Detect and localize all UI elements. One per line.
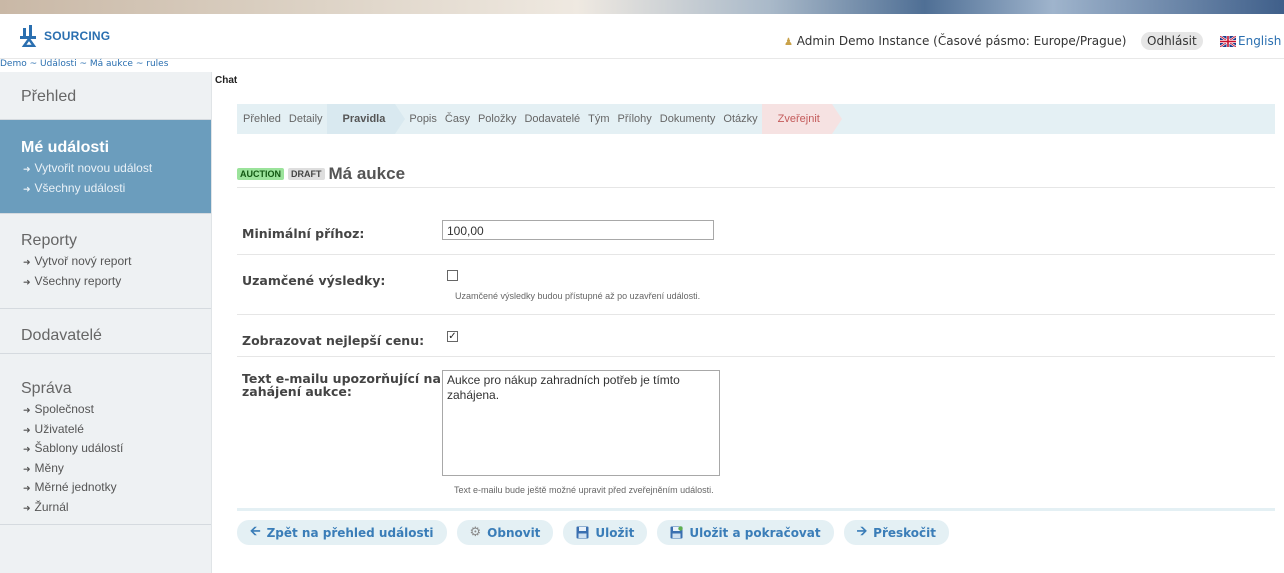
sidebar-item-reports[interactable]: Reporty [0, 214, 211, 252]
logo-text: SOURCING [44, 29, 111, 43]
event-status-badge: DRAFT [288, 167, 325, 180]
breadcrumb-auction[interactable]: Má aukce [90, 59, 133, 69]
form-row-min-bid: Minimální příhoz: [237, 209, 1275, 255]
email-text-hint: Text e-mailu bude ještě možné upravit př… [454, 485, 714, 495]
wizard-step-rules-label: Pravidla [342, 113, 386, 125]
wizard-step-documents[interactable]: Dokumenty [656, 104, 720, 134]
sidebar-link-users[interactable]: Uživatelé [0, 420, 211, 440]
save-continue-button-label: Uložit a pokračovat [689, 525, 821, 540]
logo[interactable]: SOURCING [20, 24, 110, 48]
wizard-step-details[interactable]: Detaily [285, 104, 327, 134]
save-continue-button[interactable]: Uložit a pokračovat [657, 520, 834, 545]
sidebar-section-admin: Správa Společnost Uživatelé Šablony udál… [0, 354, 211, 525]
save-button[interactable]: Uložit [563, 520, 648, 545]
user-info: ♟ Admin Demo Instance (Časové pásmo: Eur… [784, 34, 1126, 48]
locked-results-checkbox[interactable] [447, 270, 458, 281]
wizard-step-rules[interactable]: Pravidla [326, 104, 406, 134]
sidebar-item-overview[interactable]: Přehled [0, 72, 211, 106]
sidebar-link-new-event[interactable]: Vytvořit novou událost [0, 159, 211, 179]
locked-results-label: Uzamčené výsledky: [242, 273, 386, 288]
wizard-arrow [395, 104, 406, 134]
breadcrumb-demo[interactable]: Demo [0, 59, 27, 69]
divider [237, 508, 1275, 511]
wizard-step-publish[interactable]: Zveřejnit [761, 104, 842, 134]
sidebar-item-admin[interactable]: Správa [0, 354, 211, 400]
email-text-textarea[interactable]: Aukce pro nákup zahradních potřeb je tím… [442, 370, 720, 476]
form-row-email-text: Text e-mailu upozorňující na zahájení au… [237, 356, 1275, 496]
logout-button[interactable]: Odhlásit [1141, 32, 1203, 50]
refresh-button-label: Obnovit [487, 525, 541, 540]
back-button[interactable]: 🡨 Zpět na přehled události [237, 520, 447, 545]
save-continue-icon [670, 526, 684, 539]
sidebar-link-currencies[interactable]: Měny [0, 459, 211, 479]
save-button-label: Uložit [595, 525, 635, 540]
locked-results-hint: Uzamčené výsledky budou přístupné až po … [455, 291, 701, 301]
wizard-step-times[interactable]: Časy [441, 104, 474, 134]
email-text-label: Text e-mailu upozorňující na zahájení au… [242, 371, 441, 399]
form-row-locked-results: Uzamčené výsledky: [237, 254, 1275, 315]
wizard-step-attachments[interactable]: Přílohy [614, 104, 656, 134]
sidebar-link-all-reports[interactable]: Všechny reporty [0, 272, 211, 292]
sidebar-link-event-templates[interactable]: Šablony událostí [0, 439, 211, 459]
wizard-step-items[interactable]: Položky [474, 104, 521, 134]
save-icon [576, 526, 589, 539]
event-type-badge: AUCTION [237, 167, 284, 180]
event-title-row: AUCTION DRAFT Má aukce [237, 160, 1275, 188]
page-title: Má aukce [328, 163, 406, 183]
breadcrumb: Demo ~ Události ~ Má aukce ~ rules [0, 59, 168, 69]
form-row-best-price: Zobrazovat nejlepší cenu: [237, 314, 1275, 357]
top-bar: SOURCING ♟ Admin Demo Instance (Časové p… [0, 14, 1284, 59]
uk-flag-icon [1220, 35, 1236, 47]
sidebar-link-company[interactable]: Společnost [0, 400, 211, 420]
gear-icon: ⚙ [469, 525, 482, 540]
breadcrumb-separator: ~ [135, 59, 144, 69]
sidebar-link-all-events[interactable]: Všechny události [0, 179, 211, 199]
best-price-checkbox[interactable]: ✓ [447, 331, 458, 342]
breadcrumb-rules: rules [146, 59, 169, 69]
wizard-step-questions[interactable]: Otázky [719, 104, 761, 134]
sidebar-link-units[interactable]: Měrné jednotky [0, 478, 211, 498]
wizard-step-suppliers[interactable]: Dodavatelé [520, 104, 584, 134]
wizard-step-team[interactable]: Tým [584, 104, 613, 134]
language-label: English [1238, 34, 1282, 48]
breadcrumb-separator: ~ [79, 59, 88, 69]
header-banner [0, 0, 1284, 14]
sidebar-link-journal[interactable]: Žurnál [0, 498, 211, 518]
user-icon: ♟ [784, 37, 793, 48]
sidebar-section-my-events: Mé události Vytvořit novou událost Všech… [0, 120, 211, 214]
logo-icon [20, 25, 37, 47]
sidebar-section-reports: Reporty Vytvoř nový report Všechny repor… [0, 214, 211, 309]
breadcrumb-events[interactable]: Události [40, 59, 77, 69]
wizard-steps: Přehled Detaily Pravidla Popis Časy Polo… [237, 104, 1275, 134]
sidebar-item-my-events[interactable]: Mé události [0, 120, 211, 159]
min-bid-label: Minimální příhoz: [242, 226, 365, 241]
back-button-label: Zpět na přehled události [266, 525, 434, 540]
sidebar-link-new-report[interactable]: Vytvoř nový report [0, 252, 211, 272]
main-content: Chat Přehled Detaily Pravidla Popis Časy… [212, 72, 1284, 573]
refresh-button[interactable]: ⚙ Obnovit [456, 520, 554, 545]
breadcrumb-separator: ~ [29, 59, 38, 69]
arrow-left-icon: 🡨 [250, 523, 261, 539]
arrow-right-icon: 🡪 [856, 523, 868, 539]
skip-button-label: Přeskočit [873, 525, 937, 540]
best-price-label: Zobrazovat nejlepší cenu: [242, 333, 425, 348]
sidebar: Přehled Mé události Vytvořit novou událo… [0, 72, 212, 573]
sidebar-item-suppliers[interactable]: Dodavatelé [0, 309, 211, 345]
wizard-step-publish-label: Zveřejnit [777, 113, 820, 125]
min-bid-input[interactable]: 100,00 [442, 220, 714, 240]
user-info-text: Admin Demo Instance (Časové pásmo: Europ… [796, 34, 1127, 48]
skip-button[interactable]: 🡪 Přeskočit [843, 520, 950, 545]
sidebar-section-overview: Přehled [0, 72, 211, 120]
wizard-step-overview[interactable]: Přehled [237, 104, 285, 134]
sidebar-section-suppliers: Dodavatelé [0, 309, 211, 354]
language-switch[interactable]: English [1220, 34, 1281, 48]
wizard-arrow [831, 104, 842, 134]
chat-bar[interactable]: Chat [212, 72, 1284, 90]
action-bar: 🡨 Zpět na přehled události ⚙ Obnovit Ulo… [237, 520, 959, 545]
